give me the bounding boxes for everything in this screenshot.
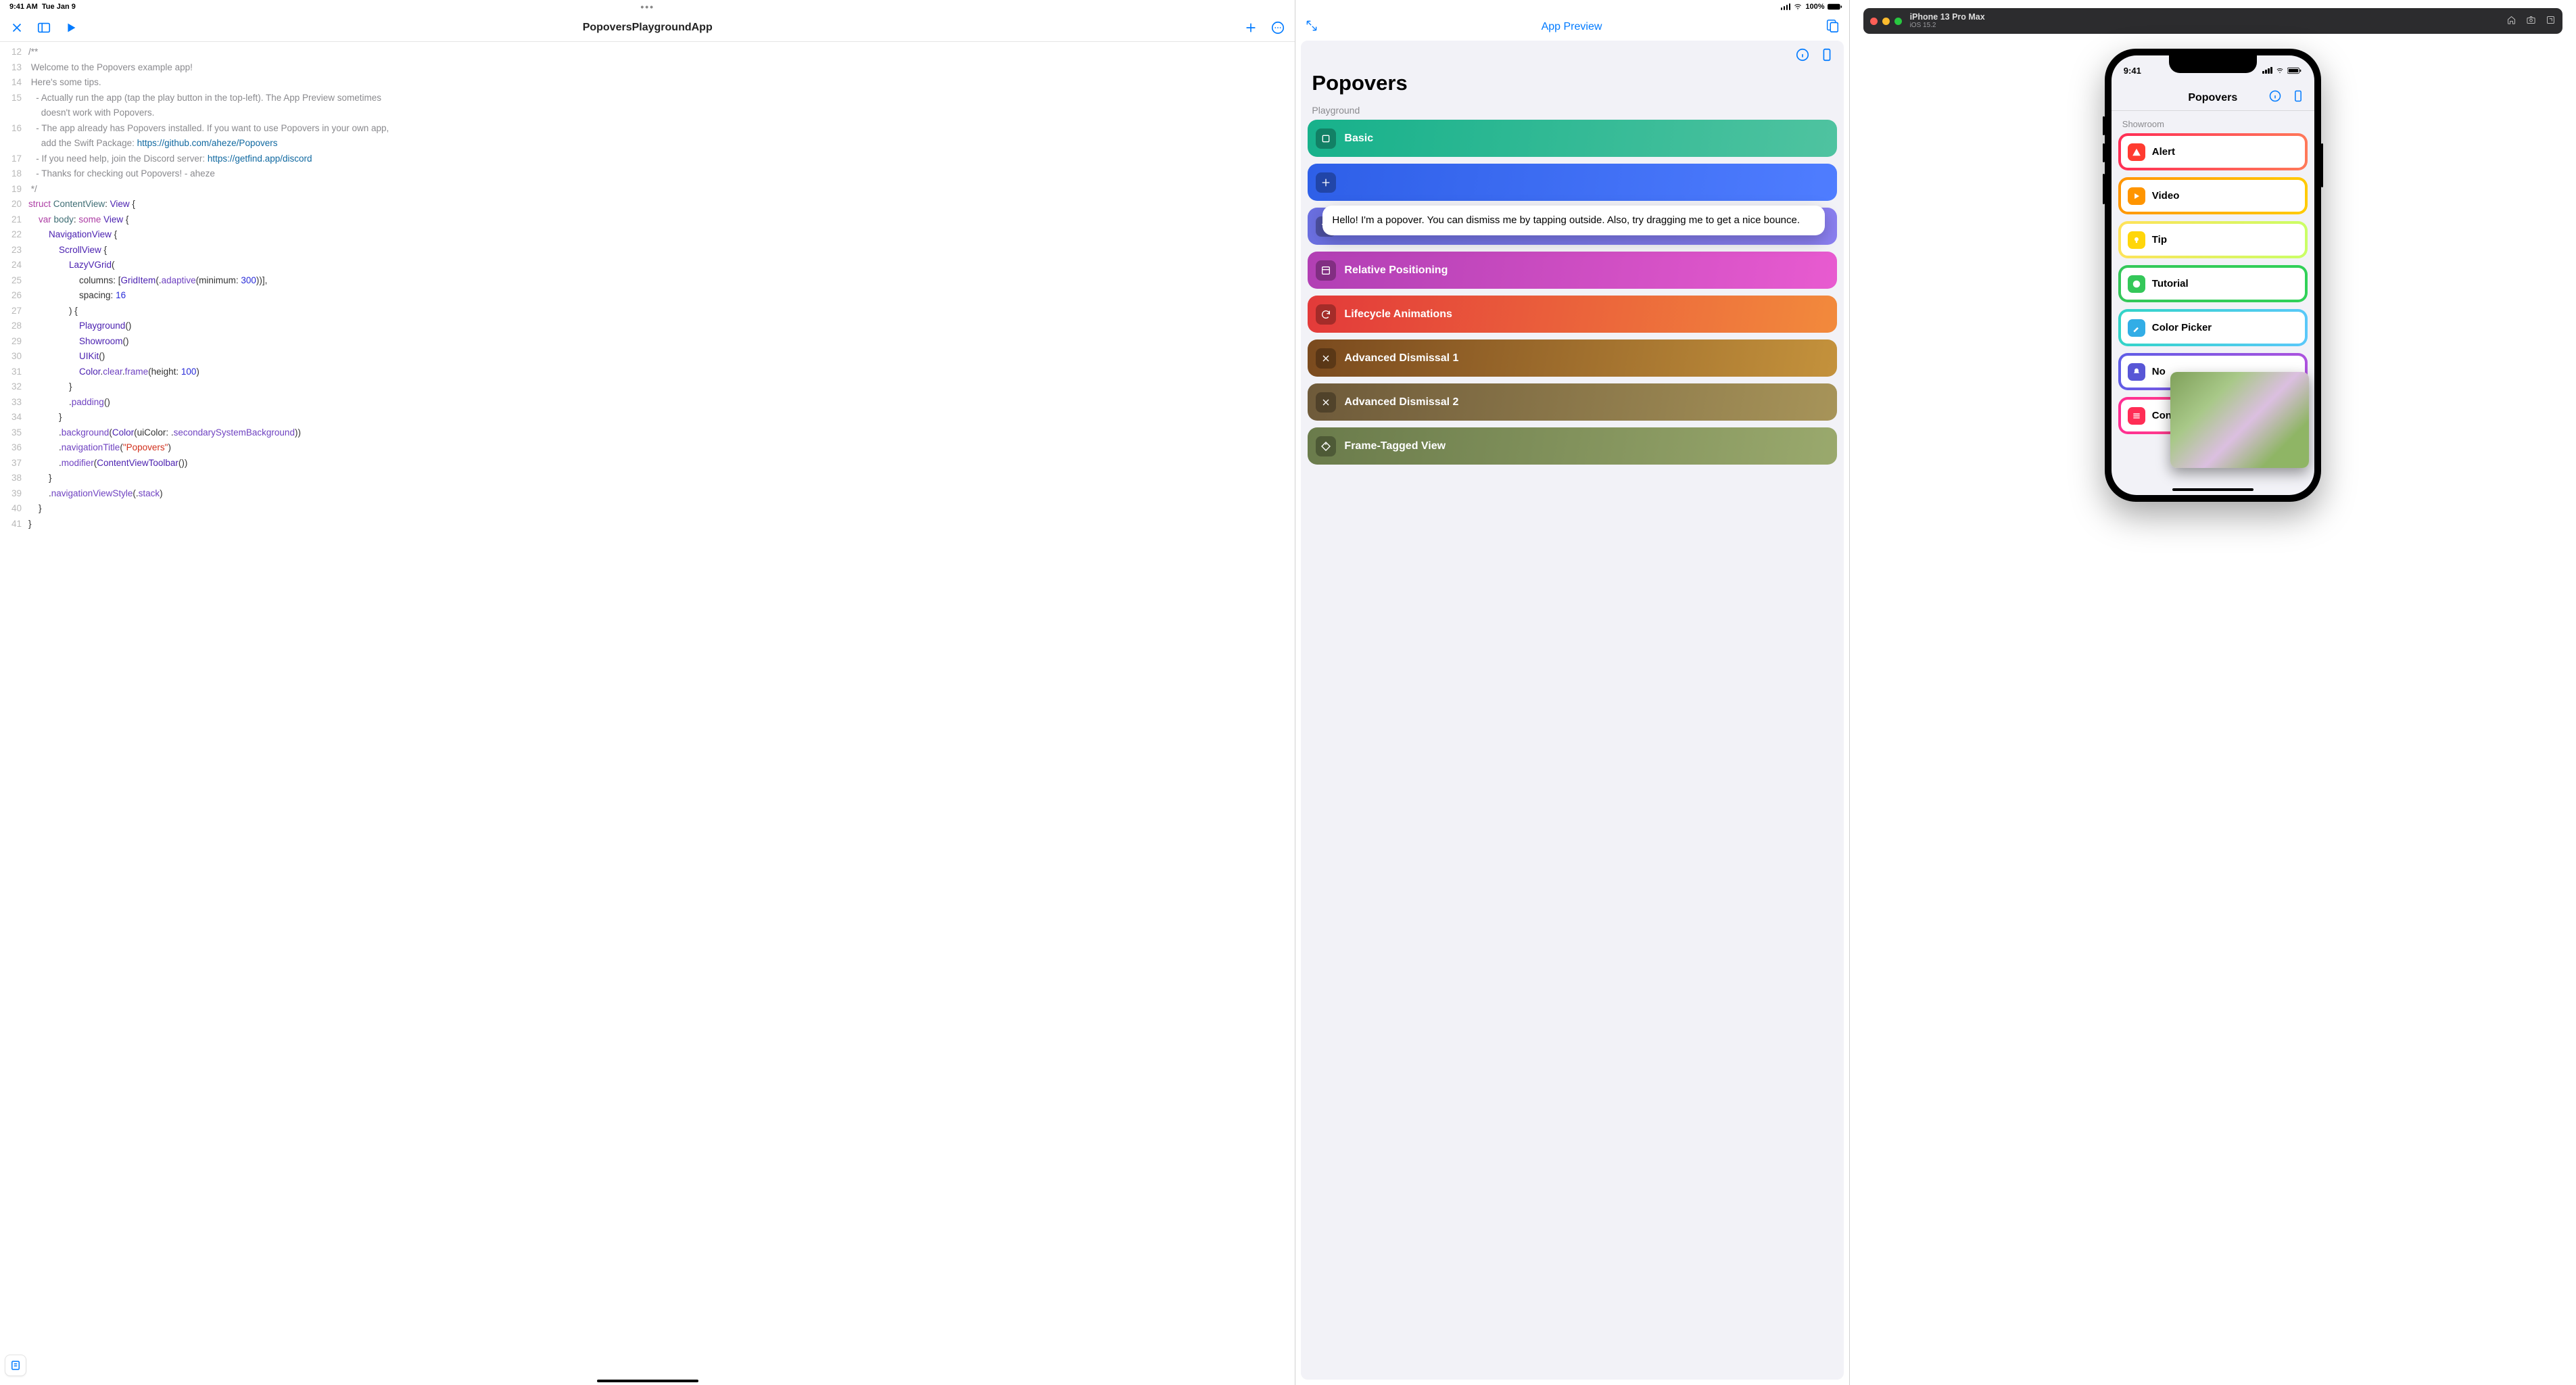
popover-text: Hello! I'm a popover. You can dismiss me… [1332, 214, 1800, 226]
card-tip[interactable]: Tip [2118, 221, 2308, 258]
simulator-titlebar[interactable]: iPhone 13 Pro Max iOS 15.2 [1863, 8, 2562, 34]
close-icon[interactable] [9, 20, 24, 35]
preview-nav-buttons [1301, 41, 1843, 70]
playground-handle-icon[interactable]: ••• [640, 1, 654, 12]
phone-section-label: Showroom [2112, 111, 2314, 133]
preview-toolbar: App Preview [1295, 14, 1848, 41]
battery-pct: 100% [1805, 3, 1824, 11]
phone-scrollview[interactable]: Showroom Alert Video Tip Tutorial Color … [2112, 111, 2314, 495]
editor-title: PopoversPlaygroundApp [583, 22, 713, 34]
play-icon [2128, 187, 2145, 205]
card-label: Tutorial [2152, 278, 2189, 289]
notch [2169, 55, 2257, 73]
card-color-picker[interactable]: Color Picker [2118, 309, 2308, 346]
preview-canvas: Popovers Playground Basic Hello! I'm a p… [1301, 41, 1843, 1380]
square-stack-icon [1316, 128, 1336, 149]
home-indicator[interactable] [2172, 488, 2253, 491]
card-label: Alert [2152, 146, 2175, 158]
tag-icon [1316, 436, 1336, 456]
card-alert[interactable]: Alert [2118, 133, 2308, 170]
iphone-screen: 9:41 Popovers Showroom Alert Video [2112, 55, 2314, 495]
question-icon [2128, 275, 2145, 293]
signal-icon [1781, 3, 1791, 10]
devices-icon[interactable] [1825, 18, 1840, 37]
swift-playgrounds-editor: 9:41 AM Tue Jan 9 ••• PopoversPlayground… [0, 0, 1295, 1385]
card-lifecycle[interactable]: Lifecycle Animations [1308, 296, 1836, 333]
external-icon[interactable] [2546, 15, 2556, 27]
sidebar-toggle-icon[interactable] [37, 20, 51, 35]
window-traffic-lights[interactable] [1870, 18, 1902, 25]
code-body[interactable]: /** Welcome to the Popovers example app!… [28, 45, 1295, 1385]
info-icon[interactable] [1795, 47, 1810, 66]
play-icon[interactable] [64, 20, 78, 35]
preview-status-bar: 100% [1295, 0, 1848, 14]
expand-icon[interactable] [1305, 19, 1318, 36]
card-basic[interactable]: Basic [1308, 120, 1836, 157]
card-label: Color Picker [2152, 322, 2212, 333]
alert-icon [2128, 143, 2145, 161]
wifi-icon [1793, 3, 1803, 11]
card-video[interactable]: Video [2118, 177, 2308, 214]
card-label: Tip [2152, 234, 2167, 245]
signal-icon [2262, 67, 2272, 74]
home-indicator[interactable] [597, 1380, 698, 1382]
card-tutorial[interactable]: Tutorial [2118, 265, 2308, 302]
lightbulb-icon [2128, 231, 2145, 249]
layout-icon [1316, 260, 1336, 281]
sim-os-version: iOS 15.2 [1910, 22, 1985, 29]
card-frame-tagged[interactable]: Frame-Tagged View [1308, 427, 1836, 465]
eyedropper-icon [2128, 319, 2145, 337]
card-under-popover[interactable] [1308, 164, 1836, 201]
home-icon[interactable] [2506, 15, 2517, 27]
card-label: No [2152, 366, 2166, 377]
preview-h1: Popovers [1301, 70, 1843, 95]
preview-card-list: Basic Hello! I'm a popover. You can dism… [1301, 120, 1843, 465]
status-time: 9:41 AM [9, 3, 38, 11]
picture-in-picture-overlay[interactable] [2170, 372, 2309, 468]
x-icon [1316, 392, 1336, 413]
card-advanced-1[interactable]: Advanced Dismissal 1 [1308, 339, 1836, 377]
card-relative[interactable]: Relative Positioning [1308, 252, 1836, 289]
preview-title: App Preview [1542, 21, 1602, 33]
more-icon[interactable] [1270, 20, 1285, 35]
battery-icon [2287, 67, 2302, 74]
device-icon[interactable] [2291, 89, 2305, 106]
device-icon[interactable] [1819, 47, 1834, 66]
preview-section-label: Playground [1301, 95, 1843, 120]
xcode-simulator-pane: iPhone 13 Pro Max iOS 15.2 9:41 Popovers [1850, 0, 2576, 1385]
line-gutter: 1213141516171819202122232425262728293031… [0, 45, 28, 1385]
phone-navbar: Popovers [2112, 85, 2314, 111]
card-label: Basic [1344, 133, 1373, 145]
list-icon [2128, 407, 2145, 425]
popover-bubble[interactable]: Hello! I'm a popover. You can dismiss me… [1322, 206, 1824, 235]
editor-toolbar: PopoversPlaygroundApp [0, 14, 1295, 42]
ipad-status-bar: 9:41 AM Tue Jan 9 ••• [0, 0, 1295, 14]
wifi-icon [2275, 67, 2285, 74]
screenshot-icon[interactable] [2526, 15, 2536, 27]
app-preview-pane: 100% App Preview Popovers Playground Bas… [1295, 0, 1849, 1385]
x-icon [1316, 348, 1336, 369]
card-advanced-2[interactable]: Advanced Dismissal 2 [1308, 383, 1836, 421]
add-icon[interactable] [1243, 20, 1258, 35]
phone-nav-title: Popovers [2188, 92, 2237, 104]
card-label: Advanced Dismissal 1 [1344, 352, 1458, 365]
bell-icon [2128, 363, 2145, 381]
card-label: Relative Positioning [1344, 264, 1448, 277]
code-editor[interactable]: 1213141516171819202122232425262728293031… [0, 42, 1295, 1385]
battery-icon [1828, 3, 1842, 11]
card-label: Frame-Tagged View [1344, 440, 1446, 452]
card-label: Advanced Dismissal 2 [1344, 396, 1458, 408]
sim-device-name: iPhone 13 Pro Max [1910, 13, 1985, 22]
documentation-fab-icon[interactable] [5, 1355, 26, 1376]
card-label: Video [2152, 190, 2180, 202]
info-icon[interactable] [2268, 89, 2282, 106]
refresh-icon [1316, 304, 1336, 325]
iphone-device-frame: 9:41 Popovers Showroom Alert Video [2105, 49, 2321, 502]
arrows-icon [1316, 172, 1336, 193]
card-label: Lifecycle Animations [1344, 308, 1452, 321]
phone-time: 9:41 [2124, 66, 2141, 76]
status-date: Tue Jan 9 [42, 3, 76, 11]
